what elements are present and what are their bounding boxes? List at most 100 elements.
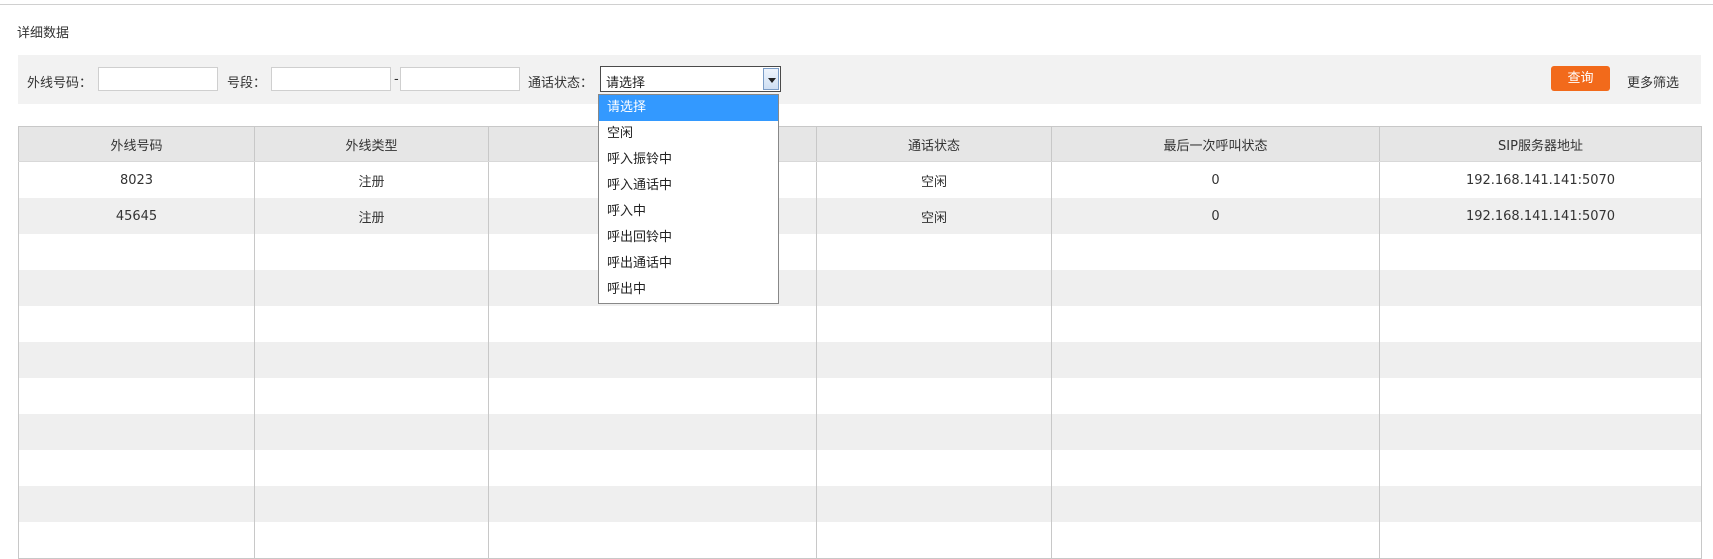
filter-bar: 外线号码： 号段： - 通话状态： 请选择 查询 更多筛选: [18, 55, 1701, 104]
header-outline-number: 外线号码: [18, 126, 255, 162]
table-cell: [1379, 342, 1702, 378]
table-cell: 空闲: [816, 198, 1052, 234]
top-divider: [0, 4, 1713, 5]
segment-separator: -: [394, 72, 399, 87]
table-row[interactable]: [18, 306, 1702, 342]
outline-number-label: 外线号码：: [27, 76, 93, 91]
dropdown-option[interactable]: 呼入振铃中: [599, 147, 778, 173]
table-cell: [18, 450, 255, 486]
table-cell: [1051, 234, 1380, 270]
dropdown-option[interactable]: 呼入中: [599, 199, 778, 225]
dropdown-option[interactable]: 呼出通话中: [599, 251, 778, 277]
table-cell: [1051, 522, 1380, 559]
table-row[interactable]: [18, 342, 1702, 378]
table-cell: [254, 342, 489, 378]
dropdown-option[interactable]: 请选择: [599, 95, 778, 121]
table-body: 8023 注册 空闲 0 192.168.141.141:5070 45645 注册 空闲 0 1…: [18, 161, 1702, 559]
table-cell: [1051, 270, 1380, 306]
dropdown-option[interactable]: 呼出中: [599, 277, 778, 303]
table-cell: 注册: [254, 198, 489, 234]
table-row[interactable]: 45645 注册 空闲 0 192.168.141.141:5070: [18, 198, 1702, 234]
table-row[interactable]: [18, 486, 1702, 522]
table-cell: 注册: [254, 161, 489, 198]
table-cell: [816, 486, 1052, 522]
table-cell: [18, 378, 255, 414]
table-cell: [1379, 306, 1702, 342]
table-cell: 192.168.141.141:5070: [1379, 161, 1702, 198]
call-status-selected-value: 请选择: [606, 76, 646, 91]
table-cell: [488, 486, 817, 522]
table-cell: 0: [1051, 198, 1380, 234]
table-cell: [1379, 414, 1702, 450]
table-cell: 8023: [18, 161, 255, 198]
header-call-status: 通话状态: [816, 126, 1052, 162]
table-cell: [254, 486, 489, 522]
table-cell: [18, 342, 255, 378]
query-button[interactable]: 查询: [1551, 66, 1610, 91]
table-cell: [254, 522, 489, 559]
outline-number-input[interactable]: [98, 67, 218, 91]
table-row[interactable]: [18, 414, 1702, 450]
table-cell: [254, 378, 489, 414]
table-cell: [488, 414, 817, 450]
dropdown-option[interactable]: 空闲: [599, 121, 778, 147]
table-cell: [18, 414, 255, 450]
segment-to-input[interactable]: [400, 67, 520, 91]
table-cell: [1051, 342, 1380, 378]
dropdown-option[interactable]: 呼入通话中: [599, 173, 778, 199]
table-cell: [18, 522, 255, 559]
table-header-row: 外线号码 外线类型 通话状态 最后一次呼叫状态 SIP服务器地址: [18, 126, 1702, 162]
table-row[interactable]: [18, 234, 1702, 270]
table-cell: [18, 486, 255, 522]
table-row[interactable]: [18, 450, 1702, 486]
call-status-select[interactable]: 请选择: [600, 66, 781, 92]
table-row[interactable]: [18, 270, 1702, 306]
table-cell: 0: [1051, 161, 1380, 198]
header-last-call-status: 最后一次呼叫状态: [1051, 126, 1380, 162]
call-status-label: 通话状态：: [528, 76, 594, 91]
table-cell: [1051, 486, 1380, 522]
table-cell: [816, 342, 1052, 378]
table-cell: [1379, 270, 1702, 306]
table-cell: [488, 306, 817, 342]
table-row[interactable]: [18, 378, 1702, 414]
dropdown-option[interactable]: 呼出回铃中: [599, 225, 778, 251]
header-outline-type: 外线类型: [254, 126, 489, 162]
table-cell: [488, 450, 817, 486]
table-cell: [254, 234, 489, 270]
table-cell: [254, 414, 489, 450]
dropdown-arrow-icon[interactable]: [763, 68, 779, 90]
table-cell: [1379, 234, 1702, 270]
table-cell: [1051, 414, 1380, 450]
table-cell: [816, 306, 1052, 342]
table-cell: [816, 414, 1052, 450]
table-cell: [18, 306, 255, 342]
table-cell: [1051, 450, 1380, 486]
table-cell: [816, 450, 1052, 486]
table-cell: [18, 234, 255, 270]
segment-from-input[interactable]: [271, 67, 391, 91]
segment-label: 号段：: [227, 76, 267, 91]
table-cell: [1379, 522, 1702, 559]
data-table: 外线号码 外线类型 通话状态 最后一次呼叫状态 SIP服务器地址 8023 注册空…: [18, 126, 1702, 559]
table-cell: [1379, 378, 1702, 414]
table-cell: [1379, 450, 1702, 486]
table-cell: [254, 306, 489, 342]
table-row[interactable]: [18, 522, 1702, 559]
page-title: 详细数据: [17, 26, 70, 41]
table-cell: [488, 522, 817, 559]
table-cell: [488, 342, 817, 378]
call-status-dropdown-list: 请选择 空闲 呼入振铃中 呼入通话中 呼入中 呼出回铃中 呼出通话中 呼出中: [598, 94, 779, 304]
table-row[interactable]: 8023 注册 空闲 0 192.168.141.141:5070: [18, 161, 1702, 198]
table-cell: [816, 378, 1052, 414]
table-cell: 45645: [18, 198, 255, 234]
table-cell: [1051, 306, 1380, 342]
table-cell: 192.168.141.141:5070: [1379, 198, 1702, 234]
table-cell: 空闲: [816, 161, 1052, 198]
table-cell: [254, 270, 489, 306]
more-filters-link[interactable]: 更多筛选: [1627, 72, 1679, 91]
table-cell: [816, 522, 1052, 559]
header-sip-server: SIP服务器地址: [1379, 126, 1702, 162]
table-cell: [254, 450, 489, 486]
table-cell: [1379, 486, 1702, 522]
